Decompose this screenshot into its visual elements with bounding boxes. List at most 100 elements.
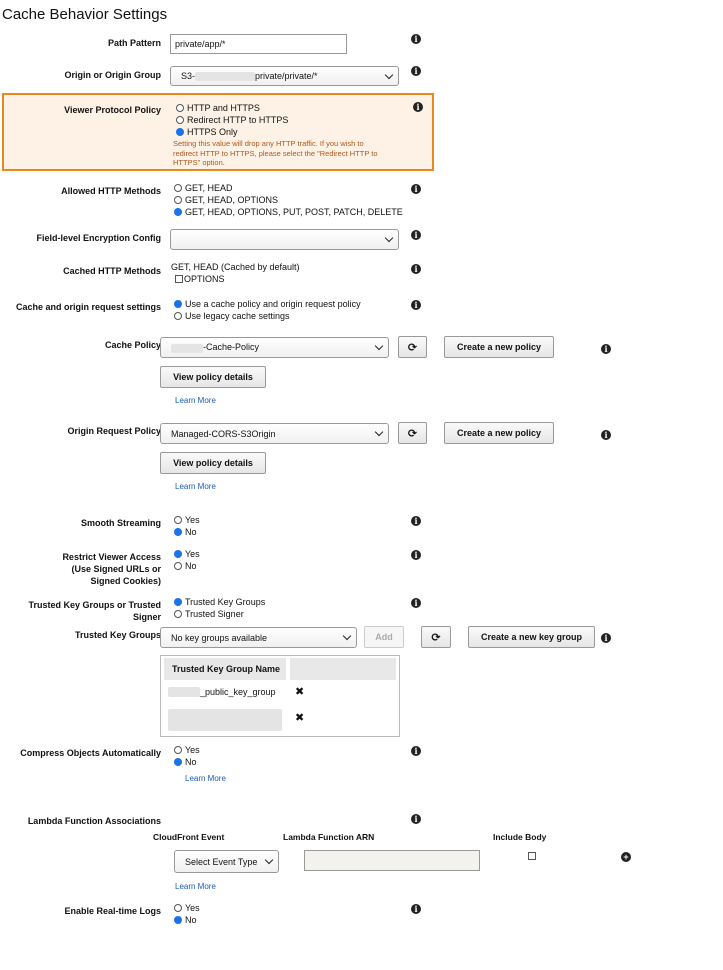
option-label: No (185, 915, 197, 925)
learn-more-link[interactable]: Learn More (175, 882, 216, 891)
radio-no[interactable]: No (174, 526, 200, 538)
radio-button[interactable] (174, 196, 182, 204)
info-icon[interactable]: i (411, 904, 421, 914)
origin-request-policy-label: Origin Request Policy (67, 426, 161, 436)
radio-button[interactable] (174, 528, 182, 536)
cache-settings-label: Cache and origin request settings (15, 302, 161, 312)
cache-policy-select[interactable]: -Cache-Policy (160, 337, 389, 358)
info-icon[interactable]: i (601, 430, 611, 440)
radio-button[interactable] (174, 916, 182, 924)
radio-get-head-options[interactable]: GET, HEAD, OPTIONS (174, 194, 403, 206)
radio-button[interactable] (174, 562, 182, 570)
refresh-origin-policy-button[interactable]: ⟳ (398, 422, 427, 444)
radio-button[interactable] (174, 184, 182, 192)
info-icon[interactable]: i (411, 66, 421, 76)
include-body-checkbox[interactable] (528, 852, 536, 860)
origin-request-policy-select[interactable]: Managed-CORS-S3Origin (160, 423, 389, 444)
radio-no[interactable]: No (174, 914, 200, 926)
column-lambda-arn: Lambda Function ARN (283, 832, 375, 842)
info-icon[interactable]: i (411, 550, 421, 560)
info-icon[interactable]: i (411, 598, 421, 608)
close-icon[interactable]: ✖ (295, 711, 304, 724)
radio-button[interactable] (174, 746, 182, 754)
radio-no[interactable]: No (174, 560, 200, 572)
radio-button[interactable] (174, 598, 182, 606)
radio-button[interactable] (176, 128, 184, 136)
trusted-key-groups-label: Trusted Key Groups (74, 630, 161, 640)
column-include-body: Include Body (493, 832, 547, 842)
button-label: View policy details (173, 458, 253, 468)
radio-redirect-http-to-https[interactable]: Redirect HTTP to HTTPS (176, 114, 288, 126)
button-label: Create a new key group (480, 632, 583, 642)
radio-button[interactable] (174, 610, 182, 618)
table-row: _public_key_group (168, 686, 276, 698)
compress-label: Compress Objects Automatically (20, 748, 161, 758)
radio-https-only[interactable]: HTTPS Only (176, 126, 288, 138)
radio-button[interactable] (174, 312, 182, 320)
label-line: Signer (132, 612, 161, 622)
field-encryption-select[interactable] (170, 229, 399, 250)
view-cache-policy-button[interactable]: View policy details (160, 366, 266, 388)
radio-button[interactable] (176, 116, 184, 124)
info-icon[interactable]: i (601, 344, 611, 354)
radio-yes[interactable]: Yes (174, 514, 200, 526)
radio-yes[interactable]: Yes (174, 548, 200, 560)
radio-trusted-key-groups[interactable]: Trusted Key Groups (174, 596, 265, 608)
radio-button[interactable] (174, 516, 182, 524)
create-key-group-button[interactable]: Create a new key group (468, 626, 595, 648)
plus-circle-icon[interactable]: + (621, 852, 631, 862)
smooth-streaming-options: Yes No (174, 514, 200, 538)
info-icon[interactable]: i (411, 34, 421, 44)
info-icon[interactable]: i (413, 102, 423, 112)
radio-yes[interactable]: Yes (174, 902, 200, 914)
radio-button[interactable] (174, 550, 182, 558)
radio-yes[interactable]: Yes (174, 744, 200, 756)
info-icon[interactable]: i (411, 516, 421, 526)
info-icon[interactable]: i (411, 746, 421, 756)
refresh-cache-policy-button[interactable]: ⟳ (398, 336, 427, 358)
learn-more-link[interactable]: Learn More (185, 774, 226, 783)
radio-button[interactable] (174, 208, 182, 216)
event-type-select[interactable]: Select Event Type (174, 850, 279, 873)
learn-more-link[interactable]: Learn More (175, 396, 216, 405)
radio-no[interactable]: No (174, 756, 200, 768)
create-cache-policy-button[interactable]: Create a new policy (444, 336, 554, 358)
info-icon[interactable]: i (411, 300, 421, 310)
radio-get-head[interactable]: GET, HEAD (174, 182, 403, 194)
smooth-streaming-label: Smooth Streaming (80, 518, 161, 528)
radio-trusted-signer[interactable]: Trusted Signer (174, 608, 265, 620)
checkbox-options[interactable]: OPTIONS (175, 273, 225, 285)
radio-button[interactable] (174, 758, 182, 766)
learn-more-link[interactable]: Learn More (175, 482, 216, 491)
radio-button[interactable] (174, 904, 182, 912)
path-pattern-input[interactable]: private/app/* (170, 34, 347, 54)
add-key-group-button[interactable]: Add (364, 626, 404, 648)
create-origin-policy-button[interactable]: Create a new policy (444, 422, 554, 444)
button-label: View policy details (173, 372, 253, 382)
radio-button[interactable] (174, 300, 182, 308)
option-label: GET, HEAD (185, 183, 233, 193)
origin-select[interactable]: S3- private/private/* (170, 66, 399, 86)
chevron-down-icon (384, 233, 394, 243)
path-pattern-value: private/app/* (175, 39, 226, 49)
info-icon[interactable]: i (411, 264, 421, 274)
close-icon[interactable]: ✖ (295, 685, 304, 698)
info-icon[interactable]: i (601, 633, 611, 643)
radio-button[interactable] (176, 104, 184, 112)
radio-http-and-https[interactable]: HTTP and HTTPS (176, 102, 288, 114)
key-groups-select[interactable]: No key groups available (160, 627, 357, 648)
radio-use-cache-policy[interactable]: Use a cache policy and origin request po… (174, 298, 361, 310)
redacted-block (168, 709, 282, 731)
checkbox[interactable] (175, 275, 183, 283)
info-icon[interactable]: i (411, 184, 421, 194)
info-icon[interactable]: i (411, 814, 421, 824)
info-icon[interactable]: i (411, 230, 421, 240)
cache-policy-label: Cache Policy (104, 340, 161, 350)
lambda-arn-input[interactable] (304, 850, 480, 871)
refresh-key-groups-button[interactable]: ⟳ (421, 626, 451, 648)
radio-all-methods[interactable]: GET, HEAD, OPTIONS, PUT, POST, PATCH, DE… (174, 206, 403, 218)
radio-legacy-cache-settings[interactable]: Use legacy cache settings (174, 310, 361, 322)
redacted-block (195, 72, 256, 82)
view-origin-policy-button[interactable]: View policy details (160, 452, 266, 474)
column-cloudfront-event: CloudFront Event (153, 832, 225, 842)
